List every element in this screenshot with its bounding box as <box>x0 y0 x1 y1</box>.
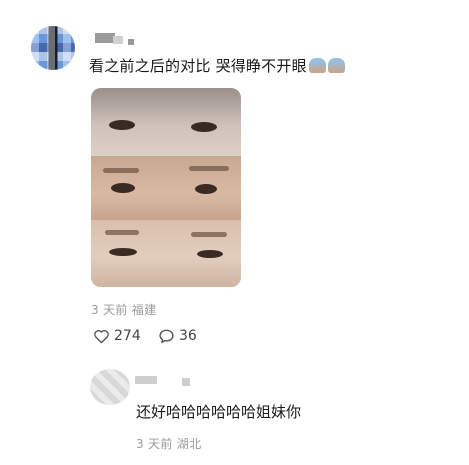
like-count: 274 <box>114 328 141 344</box>
photo-strip-2 <box>91 156 241 220</box>
photo-strip-1 <box>91 88 241 156</box>
comment-text: 看之前之后的对比 哭得睁不开眼 <box>89 56 345 76</box>
comment-text-label: 看之前之后的对比 哭得睁不开眼 <box>89 57 307 75</box>
speech-bubble-icon <box>159 329 174 344</box>
reply-location: 湖北 <box>176 437 202 451</box>
photo-strip-3 <box>91 220 241 287</box>
reply-avatar[interactable] <box>90 369 130 405</box>
reply-count: 36 <box>179 328 197 344</box>
reply-text: 还好哈哈哈哈哈哈姐妹你 <box>136 403 302 421</box>
avatar[interactable] <box>31 26 75 70</box>
comment-meta: 3 天前 福建 <box>91 301 156 318</box>
crying-face-emoji-icon <box>308 58 326 73</box>
reply-meta: 3 天前 湖北 <box>136 435 201 452</box>
heart-icon <box>94 329 109 343</box>
reply-button[interactable]: 36 <box>158 328 197 344</box>
comment-location: 福建 <box>131 303 157 317</box>
reply-time: 3 天前 <box>136 437 173 451</box>
crying-face-emoji-icon <box>327 58 345 73</box>
like-button[interactable]: 274 <box>93 328 141 344</box>
comment-time: 3 天前 <box>91 303 128 317</box>
comment-photo[interactable] <box>91 88 241 287</box>
